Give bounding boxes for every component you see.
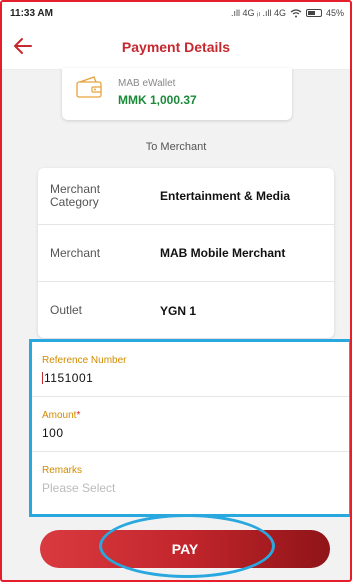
merchant-category-row: Merchant Category Entertainment & Media (38, 168, 334, 225)
battery-level: 45% (325, 8, 344, 18)
amount-label: Amount* (42, 410, 80, 421)
outlet-row: Outlet YGN 1 (38, 282, 334, 339)
page-title: Payment Details (121, 38, 231, 55)
payment-form: Reference Number 1151001 Amount* 100 Rem… (29, 339, 350, 517)
arrow-left-icon (14, 38, 32, 54)
wallet-card: MAB eWallet MMK 1,000.37 (62, 68, 292, 120)
wallet-label: MAB eWallet (118, 78, 176, 89)
required-mark: * (76, 410, 81, 421)
reference-number-input[interactable]: 1151001 (42, 371, 93, 385)
merchant-row: Merchant MAB Mobile Merchant (38, 225, 334, 282)
text-caret (42, 372, 43, 384)
merchant-label: Merchant (50, 245, 101, 260)
reference-number-field[interactable]: Reference Number 1151001 (32, 342, 349, 397)
pay-button[interactable]: PAY (40, 530, 330, 568)
wifi-icon (290, 8, 302, 17)
reference-number-label: Reference Number (42, 355, 127, 366)
reference-number-value: 1151001 (44, 371, 94, 385)
remarks-label: Remarks (42, 465, 83, 476)
app-bar: Payment Details (2, 24, 350, 70)
remarks-select[interactable]: Please Select (42, 481, 115, 495)
back-button[interactable] (12, 35, 36, 59)
status-indicators: .ıll 4G ᵢₗ .ıll 4G 45% (231, 8, 344, 19)
amount-input[interactable]: 100 (42, 426, 64, 440)
status-time: 11:33 AM (10, 7, 53, 19)
wallet-balance: MMK 1,000.37 (118, 93, 197, 107)
wallet-icon (76, 76, 102, 98)
battery-icon (305, 9, 322, 17)
amount-field[interactable]: Amount* 100 (32, 397, 349, 452)
app-screen: 11:33 AM .ıll 4G ᵢₗ .ıll 4G 45% Payment … (0, 0, 352, 582)
outlet-value: YGN 1 (160, 303, 197, 318)
remarks-field[interactable]: Remarks Please Select (32, 452, 349, 507)
section-title: To Merchant (145, 141, 207, 153)
status-bar: 11:33 AM .ıll 4G ᵢₗ .ıll 4G 45% (2, 2, 350, 24)
signal-icon: .ıll 4G ᵢₗ .ıll 4G (231, 7, 286, 18)
merchant-category-value: Entertainment & Media (160, 189, 291, 203)
merchant-category-label: Merchant Category (50, 182, 101, 209)
merchant-details-card: Merchant Category Entertainment & Media … (38, 168, 334, 338)
amount-label-text: Amount (42, 410, 77, 421)
merchant-value: MAB Mobile Merchant (160, 246, 286, 260)
outlet-label: Outlet (50, 303, 83, 317)
